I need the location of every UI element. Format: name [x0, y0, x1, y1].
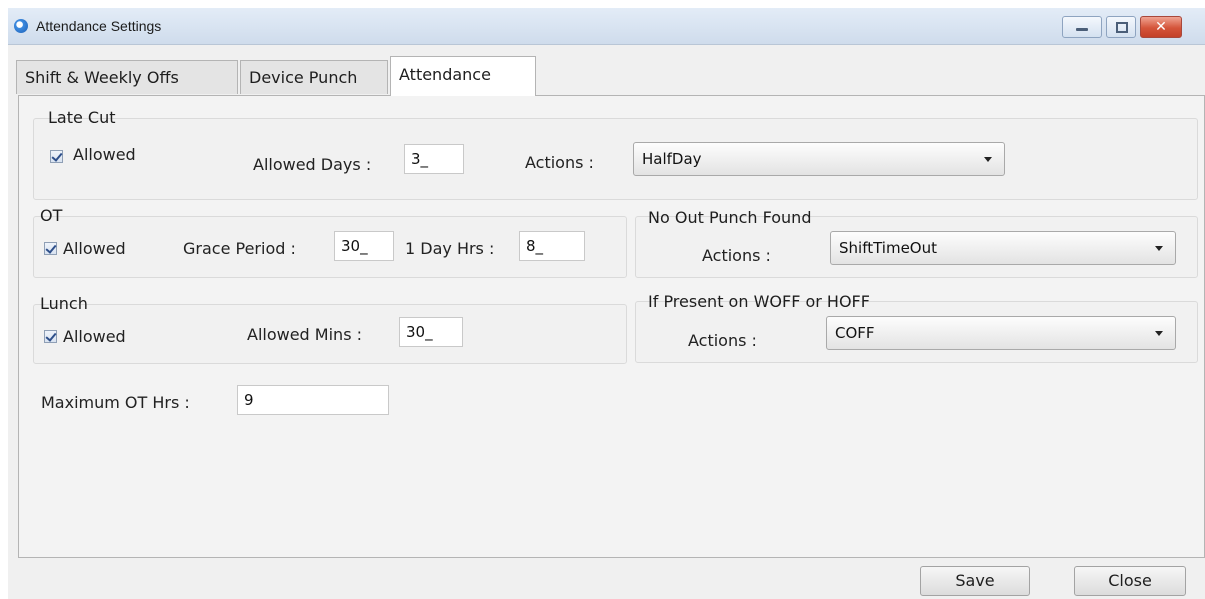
no-out-punch-title: No Out Punch Found: [648, 208, 812, 227]
lunch-allowed-checkbox[interactable]: [44, 330, 57, 343]
maximize-button[interactable]: [1106, 16, 1136, 38]
allowed-mins-input[interactable]: 30_: [399, 317, 463, 347]
save-button[interactable]: Save: [920, 566, 1030, 596]
maximize-icon: [1116, 22, 1128, 33]
allowed-days-input[interactable]: 3_: [404, 144, 464, 174]
minimize-icon: [1076, 28, 1088, 31]
attendance-tab-panel: Late Cut Allowed Allowed Days : 3_ Actio…: [18, 95, 1205, 558]
attendance-settings-window: Attendance Settings ✕ Shift & Weekly Off…: [8, 8, 1205, 599]
tab-device-punch[interactable]: Device Punch: [240, 60, 388, 94]
one-day-hrs-label: 1 Day Hrs :: [405, 239, 495, 258]
chevron-down-icon: [984, 157, 992, 162]
lunch-allowed-label: Allowed: [63, 327, 126, 346]
woff-hoff-actions-label: Actions :: [688, 331, 757, 350]
tab-attendance[interactable]: Attendance: [390, 56, 536, 96]
no-out-punch-actions-label: Actions :: [702, 246, 771, 265]
allowed-mins-label: Allowed Mins :: [247, 325, 362, 344]
tab-shift-weekly-offs[interactable]: Shift & Weekly Offs: [16, 60, 238, 94]
no-out-punch-actions-value: ShiftTimeOut: [839, 239, 937, 257]
app-icon: [14, 19, 28, 33]
late-cut-title: Late Cut: [48, 108, 116, 127]
chevron-down-icon: [1155, 331, 1163, 336]
grace-period-label: Grace Period :: [183, 239, 296, 258]
window-title: Attendance Settings: [36, 18, 162, 34]
woff-hoff-actions-value: COFF: [835, 324, 875, 342]
ot-allowed-label: Allowed: [63, 239, 126, 258]
chevron-down-icon: [1155, 246, 1163, 251]
late-cut-allowed-label: Allowed: [73, 145, 136, 164]
late-cut-allowed-checkbox[interactable]: [50, 150, 63, 163]
close-button[interactable]: Close: [1074, 566, 1186, 596]
max-ot-hrs-label: Maximum OT Hrs :: [41, 393, 190, 412]
woff-hoff-actions-select[interactable]: COFF: [826, 316, 1176, 350]
late-cut-actions-label: Actions :: [525, 153, 594, 172]
ot-allowed-checkbox[interactable]: [44, 242, 57, 255]
title-bar: Attendance Settings ✕: [8, 8, 1205, 45]
one-day-hrs-input[interactable]: 8_: [519, 231, 585, 261]
close-window-button[interactable]: ✕: [1140, 16, 1182, 38]
allowed-days-label: Allowed Days :: [253, 155, 372, 174]
no-out-punch-actions-select[interactable]: ShiftTimeOut: [830, 231, 1176, 265]
woff-hoff-title: If Present on WOFF or HOFF: [648, 292, 870, 311]
late-cut-actions-select[interactable]: HalfDay: [633, 142, 1005, 176]
close-icon: ✕: [1155, 19, 1167, 35]
grace-period-input[interactable]: 30_: [334, 231, 394, 261]
lunch-title: Lunch: [40, 294, 88, 313]
max-ot-hrs-input[interactable]: 9: [237, 385, 389, 415]
late-cut-actions-value: HalfDay: [642, 150, 702, 168]
ot-title: OT: [40, 206, 63, 225]
minimize-button[interactable]: [1062, 16, 1102, 38]
late-cut-group: [33, 118, 1198, 200]
